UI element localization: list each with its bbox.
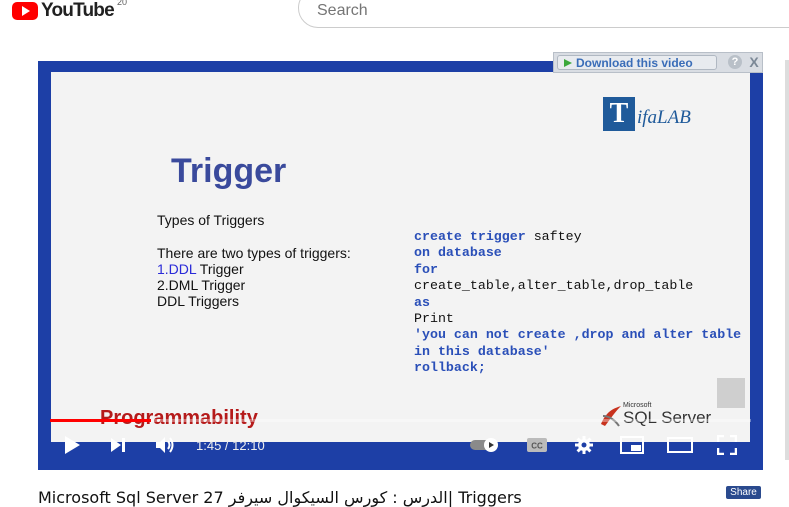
next-button[interactable] bbox=[106, 430, 130, 460]
logo-country-code: 20 bbox=[117, 0, 128, 7]
code-line-6: Print bbox=[414, 311, 454, 327]
fullscreen-icon bbox=[717, 435, 737, 455]
theater-icon bbox=[667, 437, 693, 453]
code-line-3: for bbox=[414, 261, 438, 277]
subtitles-button[interactable]: CC bbox=[524, 430, 550, 460]
code-line-8: in this database' bbox=[414, 343, 550, 359]
play-button[interactable] bbox=[60, 430, 84, 460]
item-dml: 2.DML Trigger bbox=[157, 277, 246, 293]
search-input[interactable] bbox=[315, 1, 619, 21]
download-toolbar: Download this video ? X bbox=[553, 52, 763, 73]
autoplay-toggle[interactable] bbox=[468, 430, 502, 460]
play-icon bbox=[65, 436, 80, 454]
item-ddl-rest: Trigger bbox=[196, 261, 244, 277]
tifalab-text: ifaLAB bbox=[637, 107, 691, 128]
volume-button[interactable] bbox=[152, 430, 178, 460]
video-player[interactable]: T ifaLAB Trigger Types of Triggers There… bbox=[38, 61, 763, 470]
code-line-1-rest: saftey bbox=[525, 229, 582, 244]
share-button[interactable]: Share bbox=[726, 486, 761, 499]
masthead: YouTube 20 bbox=[0, 0, 789, 30]
search-box[interactable] bbox=[298, 0, 789, 28]
youtube-logo[interactable]: YouTube 20 bbox=[12, 0, 127, 22]
cc-icon: CC bbox=[527, 438, 547, 452]
sql-server-icon bbox=[601, 406, 621, 427]
item-ddl: 1.DDL Trigger bbox=[157, 261, 244, 277]
two-types-line: There are two types of triggers: bbox=[157, 245, 351, 261]
fullscreen-button[interactable] bbox=[714, 430, 740, 460]
video-frame: T ifaLAB Trigger Types of Triggers There… bbox=[51, 72, 750, 442]
code-line-7: 'you can not create ,drop and alter tabl… bbox=[414, 327, 742, 343]
miniplayer-button[interactable] bbox=[618, 430, 646, 460]
code-line-9: rollback; bbox=[414, 360, 486, 376]
autoplay-icon bbox=[470, 438, 498, 452]
sidebar-edge bbox=[785, 60, 789, 460]
progress-bar[interactable] bbox=[50, 419, 751, 422]
item-ddl-num: 1.DDL bbox=[157, 261, 197, 277]
slide-title: Trigger bbox=[171, 152, 287, 190]
download-video-button[interactable]: Download this video bbox=[557, 55, 717, 70]
tifalab-letter: T bbox=[603, 97, 635, 131]
youtube-play-icon bbox=[12, 2, 38, 20]
sql-code-block: create trigger saftey on database for creat… bbox=[414, 229, 741, 377]
svg-text:CC: CC bbox=[531, 442, 543, 451]
tifalab-logo: T ifaLAB bbox=[603, 97, 707, 133]
code-line-1-kw: create trigger bbox=[414, 229, 526, 244]
item-ddl-triggers: DDL Triggers bbox=[157, 293, 239, 309]
help-icon[interactable]: ? bbox=[728, 55, 742, 69]
presenter-thumbnail bbox=[717, 378, 745, 408]
theater-mode-button[interactable] bbox=[666, 430, 694, 460]
settings-button[interactable] bbox=[571, 430, 597, 460]
progress-played bbox=[50, 419, 151, 422]
logo-text: YouTube bbox=[41, 0, 115, 21]
next-icon bbox=[111, 438, 125, 452]
types-heading: Types of Triggers bbox=[157, 212, 265, 228]
video-title: Microsoft Sql Server 27 الدرس : كورس الس… bbox=[38, 488, 522, 507]
time-display: 1:45 / 12:10 bbox=[196, 438, 265, 453]
code-line-4: create_table,alter_table,drop_table bbox=[414, 278, 694, 294]
miniplayer-icon bbox=[620, 436, 644, 454]
code-line-5: as bbox=[414, 294, 430, 310]
gear-icon bbox=[575, 436, 593, 454]
sql-server-label: SQL Server bbox=[623, 408, 712, 427]
code-line-2: on database bbox=[414, 245, 502, 261]
volume-icon bbox=[156, 437, 174, 453]
close-icon[interactable]: X bbox=[747, 54, 761, 70]
